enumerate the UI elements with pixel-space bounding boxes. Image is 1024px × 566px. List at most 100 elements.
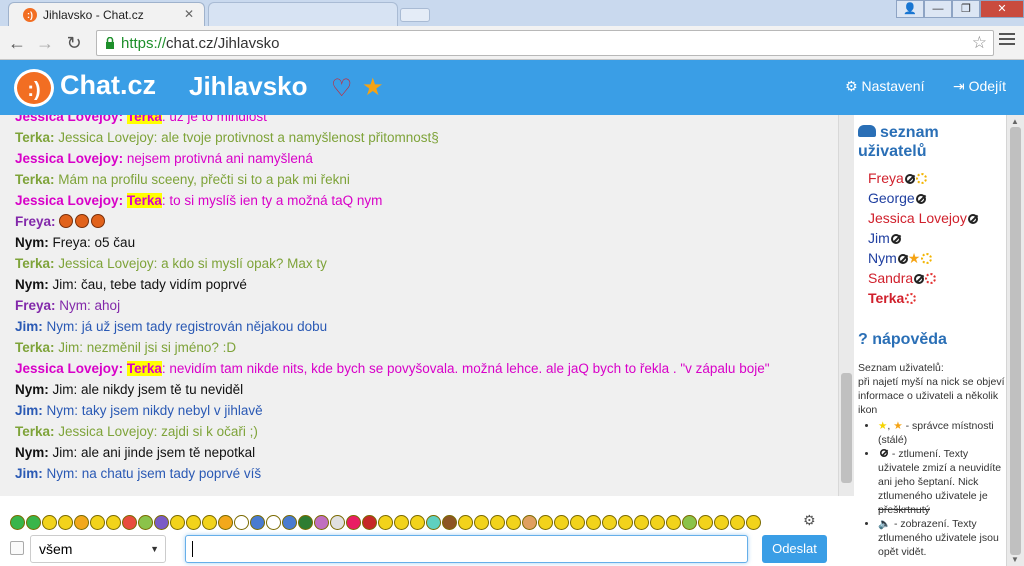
gear-icon[interactable]: ⚙ — [803, 512, 816, 529]
message-nick[interactable]: Jim: — [15, 319, 43, 334]
message-nick[interactable]: Nym: — [15, 445, 49, 460]
smiley-icon[interactable] — [586, 515, 601, 531]
user-list-item[interactable]: Sandra — [868, 270, 937, 286]
smiley-icon[interactable] — [634, 515, 649, 531]
chat-logo-icon[interactable]: :) — [14, 69, 54, 107]
address-bar[interactable]: https://chat.cz/Jihlavsko ☆ — [96, 30, 994, 56]
browser-menu-icon[interactable] — [999, 33, 1015, 49]
smiley-icon[interactable] — [698, 515, 713, 531]
sidebar-scrollbar[interactable]: ▲ ▼ — [1006, 115, 1024, 566]
settings-link[interactable]: ⚙ Nastavení — [845, 78, 925, 95]
smiley-icon[interactable] — [202, 515, 217, 531]
smiley-icon[interactable] — [138, 515, 153, 531]
message-nick[interactable]: Jessica Lovejoy: — [15, 115, 123, 124]
smiley-icon[interactable] — [10, 515, 25, 531]
smiley-icon[interactable] — [314, 515, 329, 531]
sidebar-scrollbar-thumb[interactable] — [1010, 127, 1021, 555]
message-nick[interactable]: Freya: — [15, 214, 56, 229]
smiley-icon[interactable] — [122, 515, 137, 531]
browser-tab-empty[interactable] — [208, 2, 398, 26]
smiley-icon[interactable] — [554, 515, 569, 531]
scroll-down-arrow-icon[interactable]: ▼ — [1011, 555, 1019, 564]
messages-scrollbar-thumb[interactable] — [841, 373, 852, 483]
message-nick[interactable]: Jessica Lovejoy: — [15, 151, 123, 166]
message-nick[interactable]: Terka: — [15, 130, 55, 145]
recipient-select[interactable]: všem ▼ — [30, 535, 166, 563]
smiley-icon[interactable] — [378, 515, 393, 531]
smiley-icon[interactable] — [394, 515, 409, 531]
messages-scrollbar[interactable] — [838, 115, 854, 496]
smiley-icon[interactable] — [90, 515, 105, 531]
smiley-icon[interactable] — [26, 515, 41, 531]
smiley-icon[interactable] — [106, 515, 121, 531]
smiley-icon[interactable] — [186, 515, 201, 531]
smiley-icon[interactable] — [602, 515, 617, 531]
send-button[interactable]: Odeslat — [762, 535, 827, 563]
user-list-item[interactable]: Jessica Lovejoy — [868, 210, 978, 226]
message-input[interactable] — [185, 535, 748, 563]
smiley-icon[interactable] — [266, 515, 281, 531]
scroll-up-arrow-icon[interactable]: ▲ — [1011, 117, 1019, 126]
smiley-icon[interactable] — [170, 515, 185, 531]
smiley-icon[interactable] — [682, 515, 697, 531]
smiley-icon[interactable] — [458, 515, 473, 531]
smiley-icon[interactable] — [154, 515, 169, 531]
new-tab-button[interactable] — [400, 8, 430, 22]
message-nick[interactable]: Jessica Lovejoy: — [15, 193, 123, 208]
smiley-icon[interactable] — [250, 515, 265, 531]
message-nick[interactable]: Nym: — [15, 382, 49, 397]
browser-tab-active[interactable]: :) Jihlavsko - Chat.cz ✕ — [8, 2, 205, 26]
message-nick[interactable]: Jim: — [15, 466, 43, 481]
smiley-icon[interactable] — [58, 515, 73, 531]
message-nick[interactable]: Terka: — [15, 340, 55, 355]
minimize-button[interactable]: — — [924, 0, 952, 18]
user-list-item[interactable]: George — [868, 190, 926, 206]
smiley-icon[interactable] — [362, 515, 377, 531]
smiley-icon[interactable] — [666, 515, 681, 531]
smiley-icon[interactable] — [330, 515, 345, 531]
bookmark-star-icon[interactable]: ☆ — [972, 33, 987, 53]
heart-icon[interactable]: ♡ — [331, 74, 353, 103]
tab-close-icon[interactable]: ✕ — [184, 7, 194, 21]
smiley-icon[interactable] — [650, 515, 665, 531]
smiley-icon[interactable] — [506, 515, 521, 531]
smiley-icon[interactable] — [618, 515, 633, 531]
message-nick[interactable]: Terka: — [15, 256, 55, 271]
message-nick[interactable]: Freya: — [15, 298, 56, 313]
user-list-item[interactable]: Nym ★ — [868, 250, 933, 267]
message-nick[interactable]: Nym: — [15, 235, 49, 250]
brand-name[interactable]: Chat.cz — [60, 70, 156, 101]
smiley-icon[interactable] — [346, 515, 361, 531]
forward-arrow-icon[interactable]: → — [34, 32, 56, 54]
smiley-icon[interactable] — [474, 515, 489, 531]
user-list-item[interactable]: Terka — [868, 290, 917, 306]
smiley-icon[interactable] — [298, 515, 313, 531]
back-arrow-icon[interactable]: ← — [6, 32, 28, 54]
smiley-icon[interactable] — [746, 515, 761, 531]
message-nick[interactable]: Jim: — [15, 403, 43, 418]
smiley-icon[interactable] — [538, 515, 553, 531]
smiley-icon[interactable] — [282, 515, 297, 531]
logout-link[interactable]: ⇥ Odejít — [953, 78, 1006, 95]
whisper-checkbox[interactable] — [10, 541, 24, 555]
smiley-icon[interactable] — [570, 515, 585, 531]
smiley-icon[interactable] — [74, 515, 89, 531]
smiley-icon[interactable] — [490, 515, 505, 531]
smiley-icon[interactable] — [218, 515, 233, 531]
smiley-icon[interactable] — [522, 515, 537, 531]
message-nick[interactable]: Terka: — [15, 424, 55, 439]
profile-icon[interactable]: 👤 — [896, 0, 924, 18]
message-nick[interactable]: Jessica Lovejoy: — [15, 361, 123, 376]
smiley-icon[interactable] — [42, 515, 57, 531]
smiley-icon[interactable] — [234, 515, 249, 531]
favorite-star-icon[interactable]: ★ — [362, 73, 384, 102]
smiley-icon[interactable] — [426, 515, 441, 531]
smiley-icon[interactable] — [730, 515, 745, 531]
close-window-button[interactable]: ✕ — [980, 0, 1024, 18]
message-nick[interactable]: Nym: — [15, 277, 49, 292]
user-list-item[interactable]: Freya — [868, 170, 927, 186]
smiley-icon[interactable] — [410, 515, 425, 531]
smiley-icon[interactable] — [442, 515, 457, 531]
smiley-icon[interactable] — [714, 515, 729, 531]
maximize-button[interactable]: ❐ — [952, 0, 980, 18]
